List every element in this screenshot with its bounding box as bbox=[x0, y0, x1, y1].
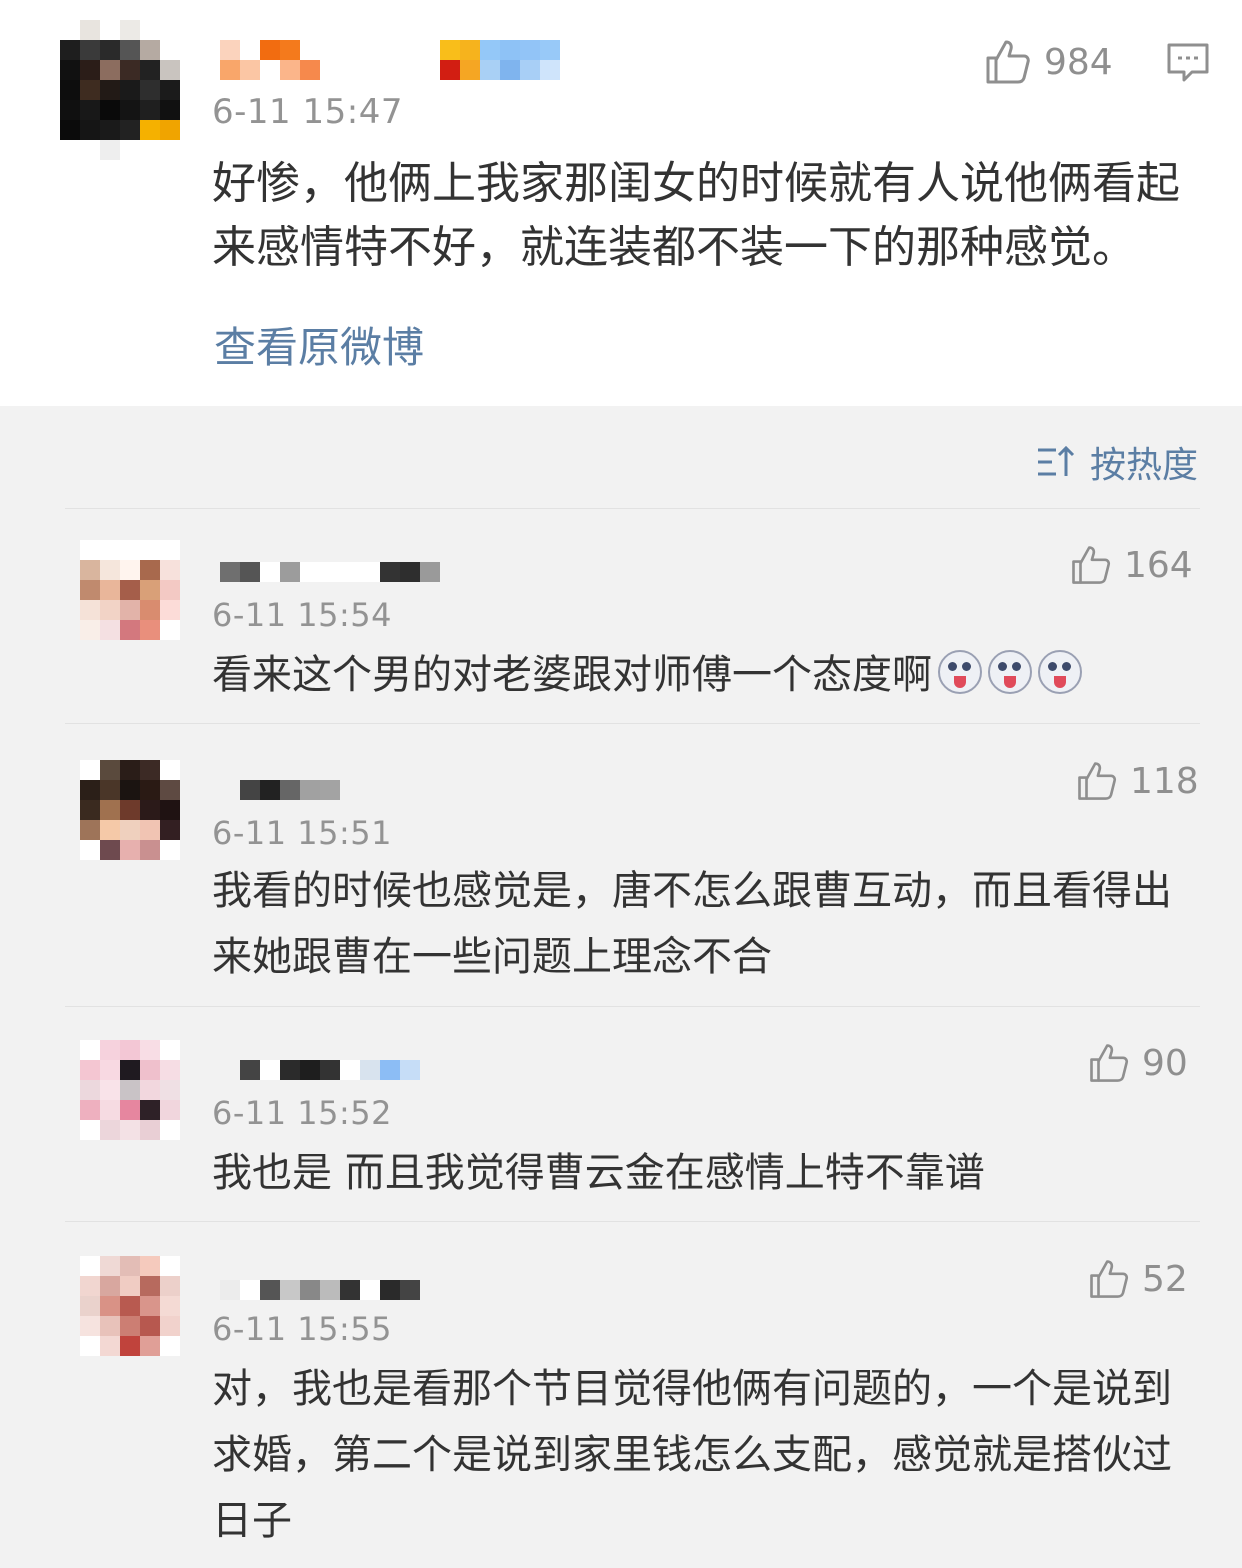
emoji-icon bbox=[988, 650, 1032, 694]
avatar[interactable] bbox=[80, 760, 180, 860]
like-count: 118 bbox=[1130, 760, 1199, 802]
post-text: 好惨，他俩上我家那闺女的时候就有人说他俩看起来感情特不好，就连装都不装一下的那种… bbox=[212, 158, 1180, 273]
sort-icon bbox=[1038, 445, 1075, 476]
divider bbox=[65, 1006, 1200, 1007]
username[interactable] bbox=[240, 1060, 420, 1080]
like-button[interactable]: 90 bbox=[1088, 1042, 1188, 1084]
comment-timestamp: 6-11 15:54 bbox=[212, 596, 393, 634]
emoji-icon bbox=[1038, 650, 1082, 694]
comment-text: 我看的时候也感觉是，唐不怎么跟曹互动，而且看得出来她跟曹在一些问题上理念不合 bbox=[212, 868, 1172, 980]
thumbs-up-icon bbox=[1078, 762, 1117, 800]
username-main[interactable] bbox=[220, 40, 580, 80]
username[interactable] bbox=[240, 780, 340, 800]
avatar[interactable] bbox=[80, 540, 180, 640]
post-timestamp: 6-11 15:47 bbox=[212, 92, 403, 132]
sort-label: 按热度 bbox=[1090, 445, 1199, 486]
like-count: 52 bbox=[1142, 1258, 1188, 1300]
comment-text: 看来这个男的对老婆跟对师傅一个态度啊 bbox=[212, 642, 1202, 708]
thumbs-up-icon bbox=[1090, 1044, 1129, 1082]
avatar[interactable] bbox=[60, 20, 180, 160]
divider bbox=[65, 1221, 1200, 1222]
thumbs-up-icon bbox=[1072, 546, 1111, 584]
like-button[interactable]: 164 bbox=[1070, 544, 1193, 586]
main-post: 6-11 15:47 984 好惨，他俩上我家那闺女的时候就有人说他俩看起来感情… bbox=[0, 0, 1242, 406]
like-button-main[interactable]: 984 bbox=[984, 38, 1113, 86]
avatar[interactable] bbox=[80, 1256, 180, 1356]
username[interactable] bbox=[220, 562, 440, 582]
like-count: 984 bbox=[1044, 41, 1113, 83]
thumbs-up-icon bbox=[986, 40, 1030, 84]
like-count: 164 bbox=[1124, 544, 1193, 586]
view-original-link[interactable]: 查看原微博 bbox=[214, 314, 424, 375]
comment-text: 对，我也是看那个节目觉得他俩有问题的，一个是说到求婚，第二个是说到家里钱怎么支配… bbox=[212, 1366, 1172, 1544]
username[interactable] bbox=[220, 1280, 420, 1300]
sort-by-hot-button[interactable]: 按热度 bbox=[1036, 436, 1198, 488]
like-button[interactable]: 118 bbox=[1076, 760, 1199, 802]
comment-icon[interactable] bbox=[1166, 42, 1210, 84]
divider bbox=[65, 723, 1200, 724]
divider bbox=[65, 508, 1200, 509]
like-button[interactable]: 52 bbox=[1088, 1258, 1188, 1300]
comment-text: 我也是 而且我觉得曹云金在感情上特不靠谱 bbox=[212, 1150, 985, 1196]
like-count: 90 bbox=[1142, 1042, 1188, 1084]
comment-text-content: 看来这个男的对老婆跟对师傅一个态度啊 bbox=[212, 652, 932, 698]
emoji-icon bbox=[938, 650, 982, 694]
thumbs-up-icon bbox=[1090, 1260, 1129, 1298]
comment-timestamp: 6-11 15:52 bbox=[212, 1094, 393, 1132]
comment-timestamp: 6-11 15:51 bbox=[212, 814, 393, 852]
comment-timestamp: 6-11 15:55 bbox=[212, 1310, 393, 1348]
avatar[interactable] bbox=[80, 1040, 180, 1140]
